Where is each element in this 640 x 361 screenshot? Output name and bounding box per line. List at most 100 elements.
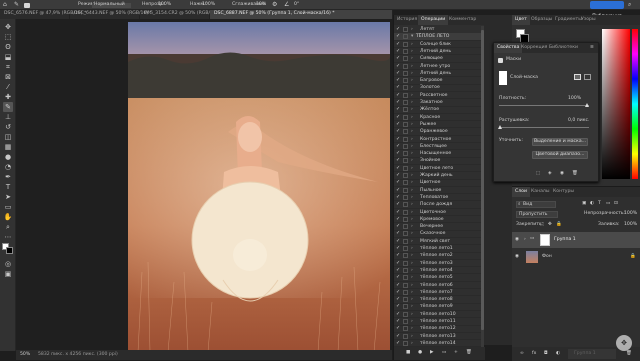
select-and-mask-button[interactable]: Выделение и маска... — [532, 138, 588, 146]
action-check-icon[interactable]: ✓ — [396, 56, 401, 61]
action-check-icon[interactable]: ✓ — [396, 231, 401, 236]
doc-tab-1[interactable]: DSC_6576.NEF @ 47,9% (RGB/16) * — [0, 10, 86, 19]
lock-all-icon[interactable]: 🔒 — [556, 222, 562, 228]
action-arrow-icon[interactable]: › — [411, 224, 413, 230]
density-value[interactable]: 100% — [568, 96, 581, 102]
action-arrow-icon[interactable]: › — [411, 246, 413, 252]
action-check-icon[interactable]: ✓ — [396, 304, 401, 309]
lock-move-icon[interactable]: ✥ — [548, 222, 552, 228]
action-check-icon[interactable]: ✓ — [396, 238, 401, 244]
action-check-icon[interactable]: ✓ — [396, 216, 401, 222]
tab-actions[interactable]: Операции — [418, 15, 449, 25]
dialog-toggle-icon[interactable] — [403, 136, 408, 142]
action-arrow-icon[interactable]: › — [411, 49, 413, 55]
action-arrow-icon[interactable]: › — [411, 166, 413, 172]
dialog-toggle-icon[interactable] — [403, 209, 408, 215]
color-hue-slider[interactable] — [632, 29, 638, 179]
action-check-icon[interactable]: ✓ — [396, 78, 401, 83]
record-icon[interactable]: ● — [418, 350, 422, 356]
tab-paths[interactable]: Контуры — [550, 187, 577, 197]
action-check-icon[interactable]: ✓ — [396, 27, 401, 32]
healing-brush-tool-icon[interactable]: ✚ — [3, 92, 13, 102]
dialog-toggle-icon[interactable] — [403, 275, 408, 281]
zoom-tool-icon[interactable]: ⌕ — [3, 222, 13, 232]
action-arrow-icon[interactable]: › — [411, 268, 413, 274]
action-arrow-icon[interactable]: › — [411, 210, 413, 216]
dialog-toggle-icon[interactable] — [403, 180, 408, 186]
new-action-icon[interactable]: + — [454, 350, 458, 356]
adjustment-layer-icon[interactable]: ◐ — [556, 351, 560, 357]
action-check-icon[interactable]: ✓ — [396, 107, 401, 112]
document-image[interactable] — [128, 22, 390, 352]
visibility-eye-icon[interactable]: ◉ — [515, 254, 519, 260]
filter-smart-icon[interactable]: ⊡ — [614, 201, 618, 207]
action-check-icon[interactable]: ✓ — [396, 143, 401, 149]
dialog-toggle-icon[interactable] — [403, 187, 408, 193]
stop-icon[interactable]: ■ — [406, 350, 410, 356]
angle-value[interactable]: 0° — [294, 2, 299, 8]
apply-mask-icon[interactable]: ◈ — [548, 171, 552, 177]
action-arrow-icon[interactable]: › — [411, 327, 413, 332]
dialog-toggle-icon[interactable] — [403, 143, 408, 149]
action-arrow-icon[interactable]: › — [411, 151, 413, 157]
action-check-icon[interactable]: ✓ — [396, 92, 401, 98]
color-range-button[interactable]: Цветовой диапазо... — [532, 151, 588, 159]
action-check-icon[interactable]: ✓ — [396, 136, 401, 142]
doc-tab-4[interactable]: DSC_6887.NEF @ 50% (Группа 1, Слой-маска… — [210, 10, 393, 19]
dialog-toggle-icon[interactable] — [403, 289, 408, 295]
dodge-tool-icon[interactable]: ◔ — [3, 162, 13, 172]
action-check-icon[interactable]: ✓ — [396, 158, 401, 163]
dialog-toggle-icon[interactable] — [403, 319, 408, 324]
quick-mask-icon[interactable]: ◎ — [3, 259, 13, 269]
action-check-icon[interactable]: ✓ — [396, 129, 401, 134]
mode-dropdown[interactable]: Нормальный — [92, 2, 131, 8]
action-arrow-icon[interactable]: › — [411, 108, 413, 113]
dialog-toggle-icon[interactable] — [403, 129, 408, 135]
delete-layer-icon[interactable]: 🗑 — [626, 351, 632, 357]
expand-arrow-icon[interactable]: ▾ — [411, 35, 413, 40]
dialog-toggle-icon[interactable] — [403, 27, 408, 32]
action-arrow-icon[interactable]: › — [411, 130, 413, 135]
action-arrow-icon[interactable]: › — [411, 290, 413, 296]
dialog-toggle-icon[interactable] — [403, 333, 408, 339]
frame-tool-icon[interactable]: ⊠ — [3, 72, 13, 82]
dialog-toggle-icon[interactable] — [403, 34, 408, 40]
action-check-icon[interactable]: ✓ — [396, 187, 401, 193]
play-icon[interactable]: ▶ — [430, 350, 434, 356]
group-mask-thumbnail[interactable] — [540, 234, 550, 246]
publish-button[interactable]: Публикация — [590, 1, 624, 19]
action-arrow-icon[interactable]: › — [411, 232, 413, 237]
dialog-toggle-icon[interactable] — [403, 282, 408, 288]
action-arrow-icon[interactable]: › — [411, 42, 413, 48]
action-check-icon[interactable]: ✓ — [396, 319, 401, 324]
action-arrow-icon[interactable]: › — [411, 319, 413, 325]
eyedropper-tool-icon[interactable]: ⁄ — [3, 82, 13, 92]
pixel-mask-icon[interactable] — [574, 74, 581, 80]
path-select-tool-icon[interactable]: ➤ — [3, 192, 13, 202]
action-arrow-icon[interactable]: › — [411, 195, 413, 201]
action-check-icon[interactable]: ✓ — [396, 275, 401, 280]
more-tools-icon[interactable]: ⋯ — [3, 232, 13, 242]
action-arrow-icon[interactable]: › — [411, 217, 413, 223]
filter-adjust-icon[interactable]: ◐ — [590, 201, 594, 207]
dialog-toggle-icon[interactable] — [403, 114, 408, 120]
dialog-toggle-icon[interactable] — [403, 253, 408, 259]
settings-gear-icon[interactable]: ⚙ — [272, 2, 277, 8]
action-check-icon[interactable]: ✓ — [396, 121, 401, 127]
feather-value[interactable]: 0,0 пикс. — [568, 118, 590, 124]
action-arrow-icon[interactable]: › — [411, 71, 413, 77]
action-arrow-icon[interactable]: › — [411, 86, 413, 91]
action-arrow-icon[interactable]: › — [411, 57, 413, 62]
action-arrow-icon[interactable]: › — [411, 276, 413, 281]
disable-mask-icon[interactable]: ◉ — [560, 171, 564, 177]
zoom-level[interactable]: 50% — [20, 352, 30, 358]
fill-value[interactable]: 100% — [624, 222, 637, 228]
filter-type-icon[interactable]: T — [598, 201, 601, 207]
dialog-toggle-icon[interactable] — [403, 107, 408, 113]
gradient-tool-icon[interactable]: ▦ — [3, 142, 13, 152]
lock-pixels-icon[interactable]: ⬚ — [540, 222, 544, 228]
tab-patterns[interactable]: Узоры — [578, 15, 599, 25]
action-check-icon[interactable]: ✓ — [396, 326, 401, 331]
dialog-toggle-icon[interactable] — [403, 85, 408, 91]
action-check-icon[interactable]: ✓ — [396, 311, 401, 317]
